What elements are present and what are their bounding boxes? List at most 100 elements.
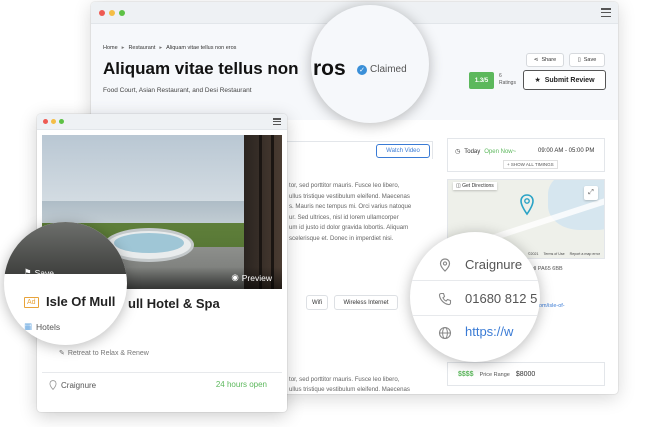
opening-hours: 09:00 AM - 05:00 PM	[538, 148, 595, 154]
today-label: Today	[464, 148, 481, 155]
card-title-zoom[interactable]: Isle Of Mull	[46, 294, 115, 309]
open-now-status: Open Now~	[484, 148, 517, 155]
get-directions-button[interactable]: ◫ Get Directions	[453, 182, 497, 190]
price-value: $8000	[515, 371, 536, 378]
save-label: Save	[583, 57, 597, 63]
breadcrumb-separator: ▸	[121, 45, 125, 51]
map-pin-icon[interactable]	[520, 194, 534, 216]
zoom-bubble-contact: Craignure 01680 812 5 https://w	[410, 232, 540, 362]
contact-row-website: https://w	[410, 317, 540, 351]
rating-count-label: Ratings	[499, 80, 516, 86]
contact-row-address: Craignure	[410, 247, 540, 281]
location-icon	[439, 258, 451, 272]
bookmark-icon: ▯	[577, 57, 581, 63]
category-label: Hotels	[36, 321, 61, 332]
maximize-dot[interactable]	[59, 119, 64, 124]
save-button[interactable]: ▯ Save	[569, 53, 605, 67]
card-save-button[interactable]: ⚑ Save	[24, 267, 54, 278]
get-directions-label: Get Directions	[462, 183, 494, 189]
card-hours-status: 24 hours open	[215, 380, 267, 389]
description-line: scelerisque et. Donec in imperdiet nisi.	[289, 234, 394, 242]
window-controls	[43, 119, 64, 124]
tagline-icon: ✎	[59, 350, 65, 357]
claimed-label: Claimed	[370, 64, 407, 75]
phone-icon	[438, 292, 452, 306]
today-hours: ◷ Today Open Now~	[455, 148, 517, 156]
breadcrumb-separator: ▸	[159, 45, 163, 51]
phone-zoom[interactable]: 01680 812 5	[465, 291, 537, 306]
close-dot[interactable]	[43, 119, 48, 124]
description-line: ur. Sed ultrices, nisl id lorem ullamcor…	[289, 213, 399, 221]
hotel-icon: ▦	[24, 321, 33, 331]
price-range: $$$$ Price Range $8000	[458, 371, 535, 378]
photo-beam	[259, 135, 262, 289]
listing-categories: Food Court, Asian Restaurant, and Desi R…	[103, 87, 252, 94]
breadcrumb-home[interactable]: Home	[103, 45, 118, 51]
location-icon	[49, 380, 57, 390]
description-line: tor, sed porttitor mauris. Fusce leo lib…	[289, 182, 400, 189]
fullscreen-icon[interactable]: ⤢	[584, 186, 598, 200]
preview-label: Preview	[241, 272, 272, 283]
description-line: ullus tristique vestibulum eleifend. Mae…	[289, 386, 410, 393]
description-text-lower: tor, sed porttitor mauris. Fusce leo lib…	[289, 375, 429, 395]
bookmark-icon: ⚑	[24, 267, 32, 277]
claimed-badge: ✓ Claimed	[357, 64, 407, 75]
window-titlebar	[37, 114, 287, 130]
photo-wall	[244, 135, 282, 289]
price-label: Price Range	[479, 371, 510, 378]
tag-wireless-internet[interactable]: Wireless Internet	[334, 295, 398, 310]
globe-icon	[438, 326, 452, 340]
breadcrumb: Home ▸ Restaurant ▸ Aliquam vitae tellus…	[103, 45, 236, 51]
description-line: um id justo id dolor gravida lobortis. A…	[289, 224, 409, 231]
card-tagline: ✎ Retreat to Relax & Renew	[59, 349, 149, 358]
card-location: Craignure	[49, 380, 96, 390]
show-all-timings-button[interactable]: + SHOW ALL TIMINGS	[503, 160, 558, 169]
location-text: Craignure	[61, 380, 97, 390]
description-line: ullus tristique vestibulum eleifend. Mae…	[289, 192, 410, 200]
description-text: tor, sed porttitor mauris. Fusce leo lib…	[289, 181, 429, 244]
submit-review-button[interactable]: ★ Submit Review	[523, 70, 606, 90]
menu-icon[interactable]	[601, 8, 611, 17]
description-line: s. Mauris nec tempus mi. Orci varius nat…	[289, 203, 412, 210]
rating-badge: 1.3/5	[469, 72, 494, 89]
share-label: Share	[541, 57, 557, 63]
rating-count: 6 Ratings	[499, 73, 516, 87]
close-dot[interactable]	[99, 10, 105, 16]
title-zoom-fragment: ros	[313, 57, 346, 80]
page-title: Aliquam vitae tellus non	[103, 59, 299, 78]
verified-check-icon: ✓	[357, 64, 367, 75]
rating-count-number: 6	[499, 73, 502, 79]
minimize-dot[interactable]	[109, 10, 115, 16]
contact-row-phone: 01680 812 5	[410, 282, 540, 316]
watch-video-button[interactable]: Watch Video	[376, 144, 430, 158]
menu-icon[interactable]	[273, 118, 281, 125]
map-report-link[interactable]: Report a map error	[570, 252, 600, 256]
tag-wifi[interactable]: Wifi	[306, 295, 328, 310]
maximize-dot[interactable]	[119, 10, 125, 16]
zoom-photo-strip	[4, 222, 127, 274]
share-icon: ⋖	[533, 57, 539, 63]
share-button[interactable]: ⋖ Share	[526, 53, 564, 67]
clock-icon: ◷	[455, 149, 461, 155]
window-controls	[99, 10, 125, 16]
tagline-text: Retreat to Relax & Renew	[67, 349, 149, 357]
price-symbol: $$$$	[458, 371, 474, 378]
preview-button[interactable]: ◉ Preview	[231, 272, 272, 283]
breadcrumb-current: Aliquam vitae tellus non eros	[166, 45, 237, 51]
submit-review-label: Submit Review	[544, 76, 595, 84]
ad-badge: Ad	[24, 297, 39, 308]
photo-beam	[271, 135, 274, 289]
description-line: tor, sed porttitor mauris. Fusce leo lib…	[289, 376, 400, 383]
card-category[interactable]: ▦ Hotels	[24, 321, 60, 332]
eye-icon: ◉	[231, 272, 239, 282]
card-save-label: Save	[34, 267, 54, 278]
website-zoom[interactable]: https://w	[465, 324, 513, 339]
zoom-bubble-claimed: ros ✓ Claimed	[311, 5, 429, 123]
zoom-bubble-card: ⚑ Save Ad Isle Of Mull ▦ Hotels	[4, 222, 127, 345]
minimize-dot[interactable]	[51, 119, 56, 124]
card-title[interactable]: ull Hotel & Spa	[128, 296, 220, 311]
card-divider	[42, 372, 282, 373]
breadcrumb-restaurant[interactable]: Restaurant	[128, 45, 155, 51]
star-icon: ★	[534, 77, 541, 84]
map-terms-link[interactable]: Terms of Use	[543, 252, 564, 256]
